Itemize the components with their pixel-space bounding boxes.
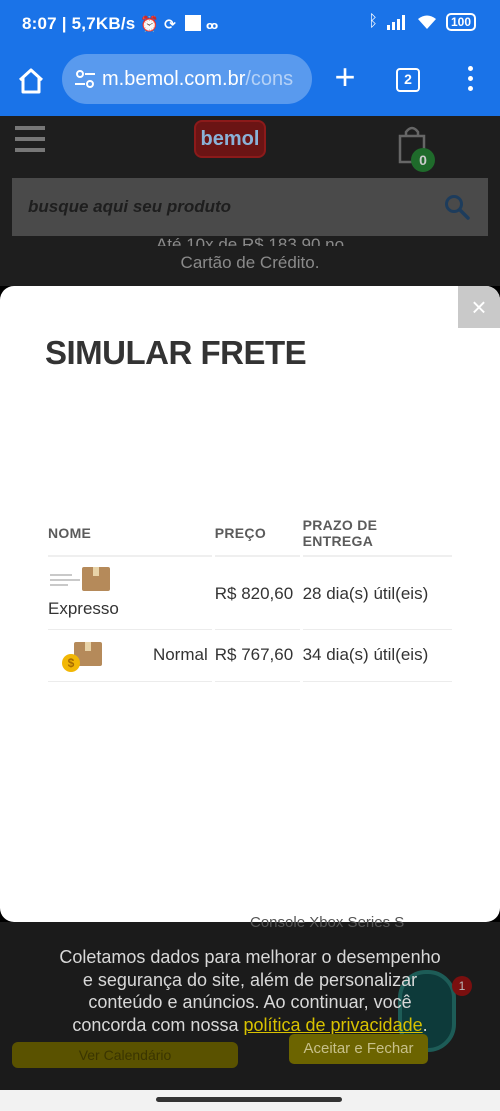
home-icon[interactable] [16, 66, 46, 96]
installment-info: Até 10x de R$ 183,90 no Cartão de Crédit… [155, 235, 345, 272]
battery-icon: 100 [445, 13, 476, 31]
product-search-input[interactable]: busque aqui seu produto [12, 178, 488, 236]
home-gesture-handle[interactable] [156, 1097, 342, 1102]
search-placeholder: busque aqui seu produto [28, 197, 232, 216]
url-path: /cons [245, 68, 294, 90]
wifi-icon [417, 15, 436, 29]
shipping-deadline: 28 dia(s) útil(eis) [302, 557, 452, 630]
header-deadline: PRAZO DE ENTREGA [302, 511, 452, 557]
table-row[interactable]: $ Normal R$ 767,60 34 dia(s) útil(eis) [48, 630, 452, 682]
shipping-deadline: 34 dia(s) útil(eis) [302, 630, 452, 682]
table-row[interactable]: Expresso R$ 820,60 28 dia(s) útil(eis) [48, 557, 452, 630]
shipping-price: R$ 820,60 [214, 557, 300, 630]
accept-cookies-button[interactable]: Aceitar e Fechar [289, 1034, 428, 1064]
product-title: Console Xbox Series S [250, 914, 405, 931]
browser-menu-icon[interactable] [466, 66, 474, 94]
signal-icon [386, 15, 405, 30]
new-tab-button[interactable]: + [330, 59, 360, 95]
nfc-icon: ⟳ [164, 16, 177, 32]
system-navigation-bar [0, 1090, 500, 1111]
search-icon[interactable] [444, 194, 470, 220]
status-bar: 8:07 | 5,7KB/s ⏰ ⟳ ꝏ ᛒ 100 [0, 0, 500, 50]
table-header-row: NOME PREÇO PRAZO DE ENTREGA [48, 511, 452, 557]
cookie-banner-text: Coletamos dados para melhorar o desempen… [59, 947, 441, 1035]
cart-count-badge: 0 [411, 148, 435, 172]
shipping-name: Normal [152, 645, 208, 664]
site-header: bemol 0 busque aqui seu produto Até 10x … [0, 116, 500, 286]
notification-badge: 1 [452, 976, 472, 996]
url-host: m.bemol.com.br [102, 68, 246, 90]
hamburger-menu-icon[interactable] [15, 126, 45, 152]
site-settings-icon[interactable] [74, 69, 96, 89]
header-price: PREÇO [214, 511, 300, 557]
shipping-price: R$ 767,60 [214, 630, 300, 682]
page-background-bottom: Console Xbox Series S Ver Calendário 1 C… [0, 914, 500, 1090]
standard-delivery-icon: $ [62, 642, 102, 672]
shipping-simulator-modal: × SIMULAR FRETE NOME PREÇO PRAZO DE ENTR… [0, 286, 500, 922]
bemol-logo[interactable]: bemol [194, 120, 266, 158]
bluetooth-icon: ᛒ [368, 13, 378, 30]
shipping-options-table: NOME PREÇO PRAZO DE ENTREGA Expresso R$ … [45, 511, 455, 682]
header-name: NOME [48, 511, 212, 557]
close-icon[interactable]: × [458, 286, 500, 328]
status-time: 8:07 | 5,7KB/s [22, 14, 136, 33]
modal-title: SIMULAR FRETE [45, 334, 307, 371]
privacy-policy-link[interactable]: política de privacidade [243, 1015, 422, 1035]
alarm-icon: ⏰ [140, 16, 160, 33]
voicemail-icon: ꝏ [205, 20, 219, 32]
calendar-button[interactable]: Ver Calendário [12, 1042, 238, 1068]
express-delivery-icon [48, 567, 212, 596]
tab-switcher-button[interactable]: 2 [396, 68, 420, 92]
address-bar[interactable]: m.bemol.com.br/cons [62, 54, 312, 104]
notification-square-icon [185, 15, 202, 31]
shipping-name: Expresso [48, 599, 119, 618]
browser-toolbar: m.bemol.com.br/cons + 2 [0, 50, 500, 116]
